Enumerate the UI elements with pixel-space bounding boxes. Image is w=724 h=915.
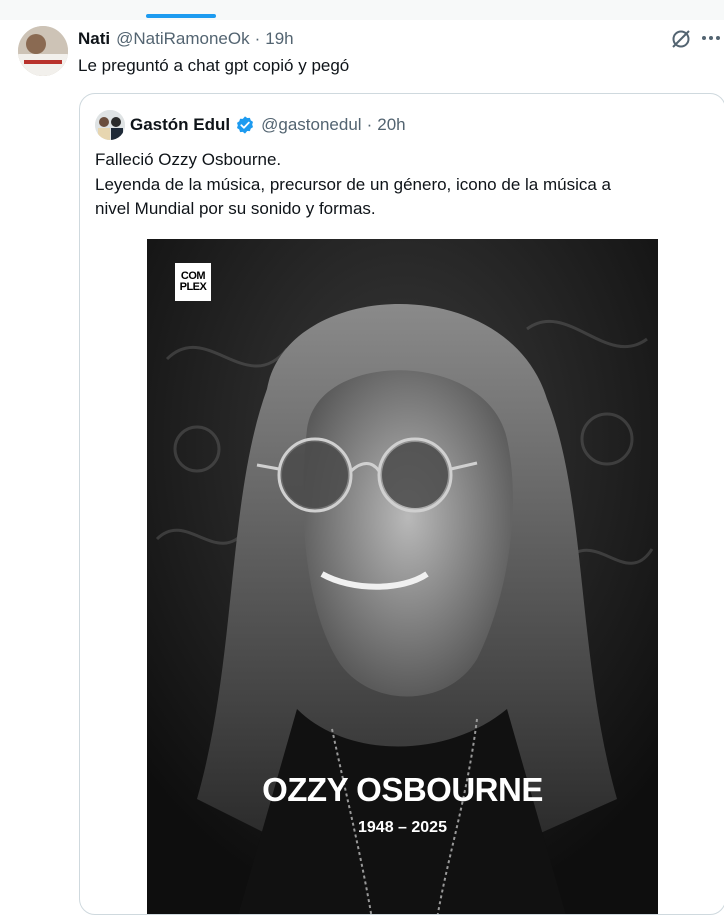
- quoted-tweet-header: Gastón Edul @gastonedul · 20h: [130, 113, 406, 137]
- complex-logo: COM PLEX: [175, 263, 211, 301]
- tweet[interactable]: Nati @NatiRamoneOk · 19h Le preguntó a c…: [0, 20, 724, 915]
- ozzy-portrait-image: [147, 239, 658, 914]
- previous-tweet-edge: [0, 0, 724, 21]
- complex-logo-line: PLEX: [179, 281, 207, 293]
- quoted-author-avatar[interactable]: [95, 110, 125, 140]
- separator-dot: ·: [254, 29, 261, 48]
- quoted-tweet-text: Falleció Ozzy Osbourne. Leyenda de la mú…: [95, 148, 705, 222]
- more-icon[interactable]: [702, 36, 720, 40]
- quoted-author-name[interactable]: Gastón Edul: [130, 115, 230, 135]
- active-tab-indicator: [146, 14, 216, 18]
- quoted-author-handle[interactable]: @gastonedul: [261, 115, 361, 135]
- quoted-tweet-image[interactable]: COM PLEX OZZY OSBOURNE 1948 – 2025: [147, 239, 658, 914]
- tweet-time[interactable]: 19h: [265, 29, 293, 49]
- verified-badge-icon: [237, 116, 254, 134]
- author-handle[interactable]: @NatiRamoneOk: [116, 29, 249, 49]
- image-title-text: OZZY OSBOURNE: [262, 771, 543, 808]
- quoted-text-line: Falleció Ozzy Osbourne.: [95, 150, 282, 169]
- author-avatar[interactable]: [18, 26, 68, 76]
- grok-icon[interactable]: [670, 28, 692, 50]
- quoted-separator-dot: ·: [366, 115, 373, 134]
- tweet-header: Nati @NatiRamoneOk · 19h: [78, 28, 294, 50]
- quoted-text-line: Leyenda de la música, precursor de un gé…: [95, 174, 611, 194]
- author-name[interactable]: Nati: [78, 29, 110, 49]
- image-years-text: 1948 – 2025: [358, 819, 447, 836]
- quoted-tweet-time[interactable]: 20h: [377, 115, 405, 135]
- tweet-text: Le preguntó a chat gpt copió y pegó: [78, 56, 350, 75]
- quoted-tweet[interactable]: Gastón Edul @gastonedul · 20h Falleció O…: [79, 93, 724, 915]
- quoted-text-line: nivel Mundial por su sonido y formas.: [95, 199, 376, 218]
